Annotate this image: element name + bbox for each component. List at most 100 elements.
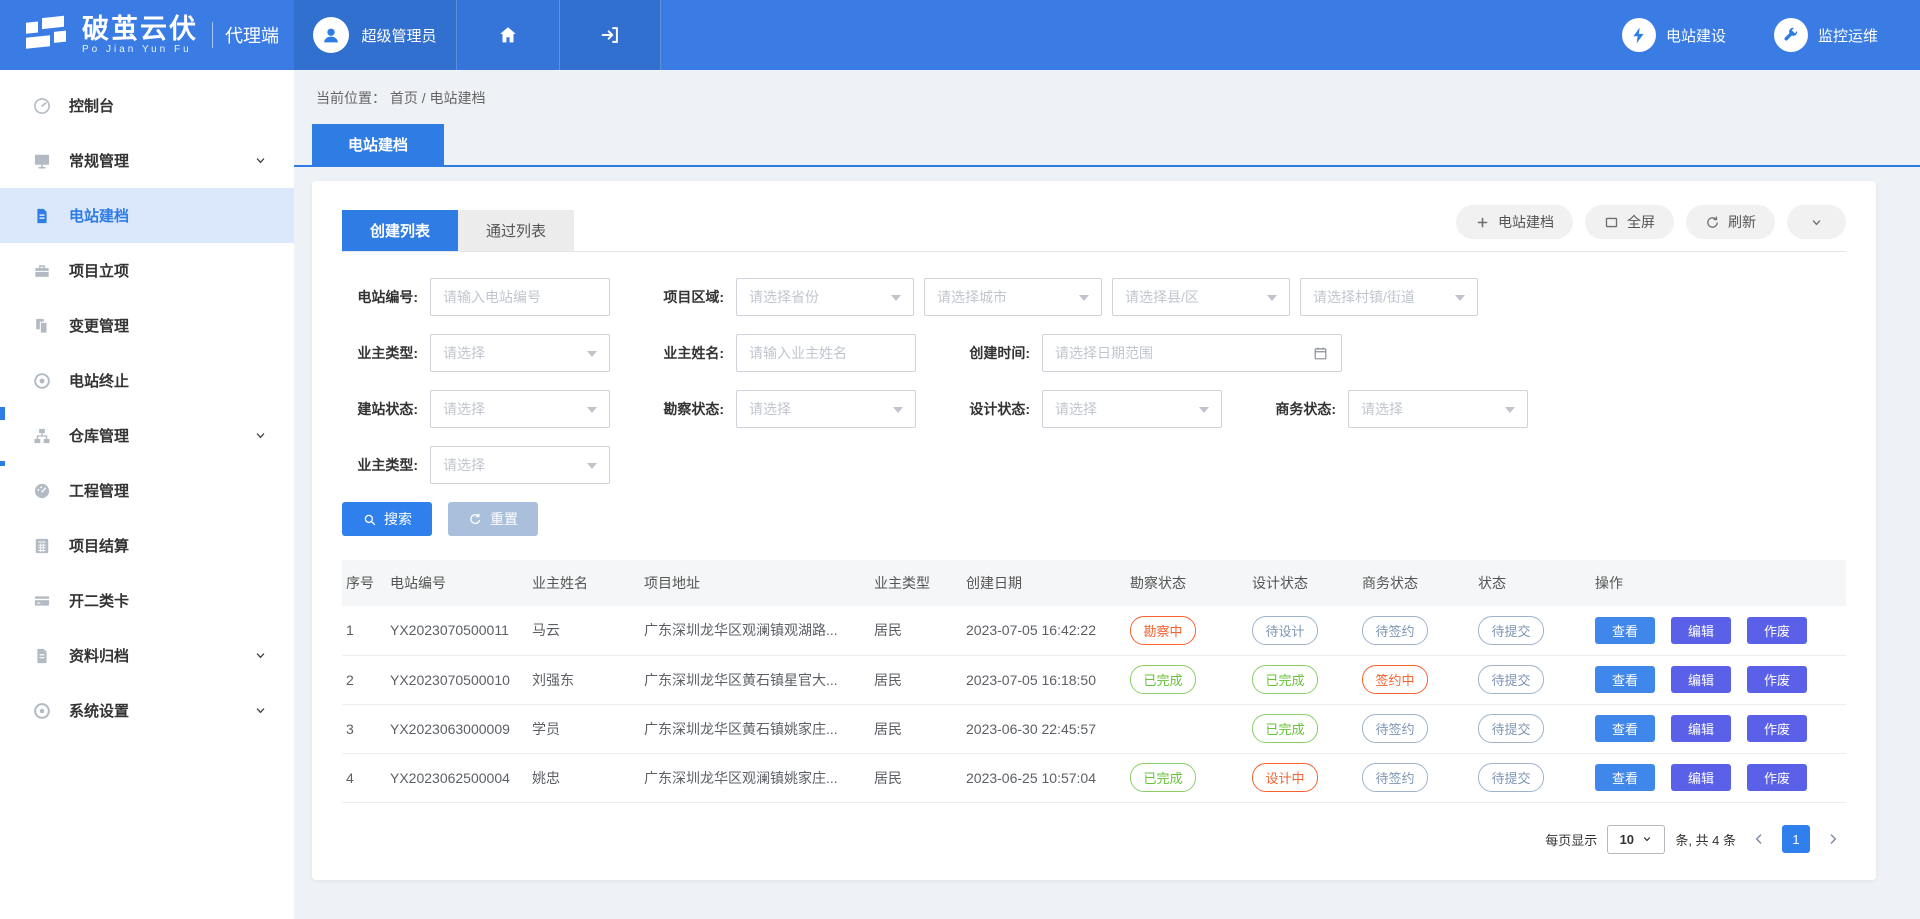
station-no-cell: YX2023062500004	[386, 753, 528, 802]
tab-create-list[interactable]: 创建列表	[342, 210, 458, 251]
owner-type-cell: 居民	[870, 704, 962, 753]
table-header-row: 序号电站编号业主姓名项目地址业主类型创建日期勘察状态设计状态商务状态状态操作	[342, 560, 1846, 606]
chevron-down-icon	[253, 153, 268, 168]
view-row-button[interactable]: 查看	[1595, 764, 1655, 791]
status-badge: 待提交	[1478, 616, 1544, 645]
card-toolbar: 创建列表通过列表 电站建档全屏刷新	[342, 205, 1846, 252]
caret-down-icon	[587, 407, 597, 418]
status-cell: 已完成	[1126, 753, 1248, 802]
sidebar-item-project-settle[interactable]: 项目结算	[0, 518, 294, 573]
sidebar-scrollbar-thumb[interactable]	[0, 407, 5, 420]
more-button[interactable]	[1787, 205, 1846, 239]
sidebar-item-project-setup[interactable]: 项目立项	[0, 243, 294, 298]
status-badge: 已完成	[1130, 665, 1196, 694]
business-status-select[interactable]: 请选择	[1348, 390, 1528, 428]
refresh-button[interactable]: 刷新	[1686, 205, 1775, 239]
void-row-button[interactable]: 作废	[1747, 715, 1807, 742]
caret-down-icon	[1267, 295, 1277, 306]
calendar-icon	[1312, 345, 1329, 362]
sidebar-item-station-archive[interactable]: 电站建档	[0, 188, 294, 243]
table-column-header: 创建日期	[962, 560, 1126, 606]
breadcrumb-path[interactable]: 首页 / 电站建档	[390, 90, 486, 106]
nav-monitor-ops-label: 监控运维	[1818, 25, 1878, 46]
sitemap-icon	[32, 426, 52, 446]
status-badge: 待提交	[1478, 665, 1544, 694]
page-tab-station-archive[interactable]: 电站建档	[312, 124, 444, 165]
sidebar-item-engineering-mgmt[interactable]: 工程管理	[0, 463, 294, 518]
add-station-button[interactable]: 电站建档	[1456, 205, 1573, 239]
status-badge: 勘察中	[1130, 616, 1196, 645]
sidebar-item-station-stop[interactable]: 电站终止	[0, 353, 294, 408]
edit-row-button[interactable]: 编辑	[1671, 666, 1731, 693]
status-badge: 已完成	[1252, 714, 1318, 743]
view-row-button[interactable]: 查看	[1595, 617, 1655, 644]
station-no-input[interactable]	[430, 278, 610, 316]
owner-type-2-placeholder: 请选择	[443, 455, 485, 475]
view-row-button[interactable]: 查看	[1595, 715, 1655, 742]
header-nav-right: 电站建设 监控运维	[1622, 0, 1920, 70]
filter-row-4: 业主类型: 请选择	[342, 446, 1846, 484]
void-row-button[interactable]: 作废	[1747, 764, 1807, 791]
prev-page-button[interactable]	[1746, 831, 1772, 847]
sidebar-item-general-mgmt[interactable]: 常规管理	[0, 133, 294, 188]
sidebar-item-data-archive[interactable]: 资料归档	[0, 628, 294, 683]
field-survey-status: 勘察状态: 请选择	[648, 390, 916, 428]
region-street-select[interactable]: 请选择村镇/街道	[1300, 278, 1478, 316]
sidebar-item-warehouse-mgmt[interactable]: 仓库管理	[0, 408, 294, 463]
owner-type-select[interactable]: 请选择	[430, 334, 610, 372]
next-page-button[interactable]	[1820, 831, 1846, 847]
owner-name-input[interactable]	[736, 334, 916, 372]
owner-name-cell: 学员	[528, 704, 640, 753]
survey-status-select[interactable]: 请选择	[736, 390, 916, 428]
void-row-button[interactable]: 作废	[1747, 666, 1807, 693]
build-status-placeholder: 请选择	[443, 399, 485, 419]
create-date-cell: 2023-07-05 16:42:22	[962, 606, 1126, 655]
edit-row-button[interactable]: 编辑	[1671, 617, 1731, 644]
sidebar-item-open-card[interactable]: 开二类卡	[0, 573, 294, 628]
home-button[interactable]	[457, 0, 560, 70]
region-city-select[interactable]: 请选择城市	[924, 278, 1102, 316]
fullscreen-icon	[1604, 215, 1619, 230]
search-button[interactable]: 搜索	[342, 502, 432, 536]
sidebar-item-change-mgmt[interactable]: 变更管理	[0, 298, 294, 353]
user-menu[interactable]: 超级管理员	[294, 0, 457, 70]
row-index-cell: 4	[342, 753, 386, 802]
station-no-cell: YX2023063000009	[386, 704, 528, 753]
edit-row-button[interactable]: 编辑	[1671, 764, 1731, 791]
station-no-label: 电站编号:	[342, 287, 418, 307]
owner-type-2-select[interactable]: 请选择	[430, 446, 610, 484]
design-status-select[interactable]: 请选择	[1042, 390, 1222, 428]
region-district-select[interactable]: 请选择县/区	[1112, 278, 1290, 316]
sidebar-item-system-settings[interactable]: 系统设置	[0, 683, 294, 738]
nav-monitor-ops[interactable]: 监控运维	[1774, 18, 1878, 52]
chevron-right-icon	[1825, 831, 1841, 847]
region-label: 项目区域:	[648, 287, 724, 307]
table-column-header: 勘察状态	[1126, 560, 1248, 606]
sidebar-scrollbar-thumb-2[interactable]	[0, 461, 5, 466]
sidebar: 控制台常规管理电站建档项目立项变更管理电站终止仓库管理工程管理项目结算开二类卡资…	[0, 70, 294, 919]
create-time-range-picker[interactable]: 请选择日期范围	[1042, 334, 1342, 372]
fullscreen-button[interactable]: 全屏	[1585, 205, 1674, 239]
tab-passed-list[interactable]: 通过列表	[458, 210, 574, 251]
build-status-select[interactable]: 请选择	[430, 390, 610, 428]
page-number-1[interactable]: 1	[1782, 825, 1810, 853]
view-row-button[interactable]: 查看	[1595, 666, 1655, 693]
search-label: 搜索	[384, 509, 412, 529]
nav-station-build[interactable]: 电站建设	[1622, 18, 1726, 52]
per-page-select[interactable]: 10	[1607, 825, 1665, 854]
owner-type-2-label: 业主类型:	[342, 455, 418, 475]
sidebar-item-label: 资料归档	[69, 645, 129, 666]
target-icon	[32, 371, 52, 391]
region-province-select[interactable]: 请选择省份	[736, 278, 914, 316]
user-icon	[320, 24, 342, 46]
sidebar-item-console[interactable]: 控制台	[0, 78, 294, 133]
breadcrumb: 当前位置： 首页 / 电站建档	[316, 88, 1920, 108]
reset-button[interactable]: 重置	[448, 502, 538, 536]
field-create-time: 创建时间: 请选择日期范围	[954, 334, 1342, 372]
logout-button[interactable]	[560, 0, 661, 70]
void-row-button[interactable]: 作废	[1747, 617, 1807, 644]
create-date-cell: 2023-07-05 16:18:50	[962, 655, 1126, 704]
owner-type-cell: 居民	[870, 606, 962, 655]
edit-row-button[interactable]: 编辑	[1671, 715, 1731, 742]
filter-row-1: 电站编号: 项目区域: 请选择省份请选择城市请选择县/区请选择村镇/街道	[342, 278, 1846, 316]
